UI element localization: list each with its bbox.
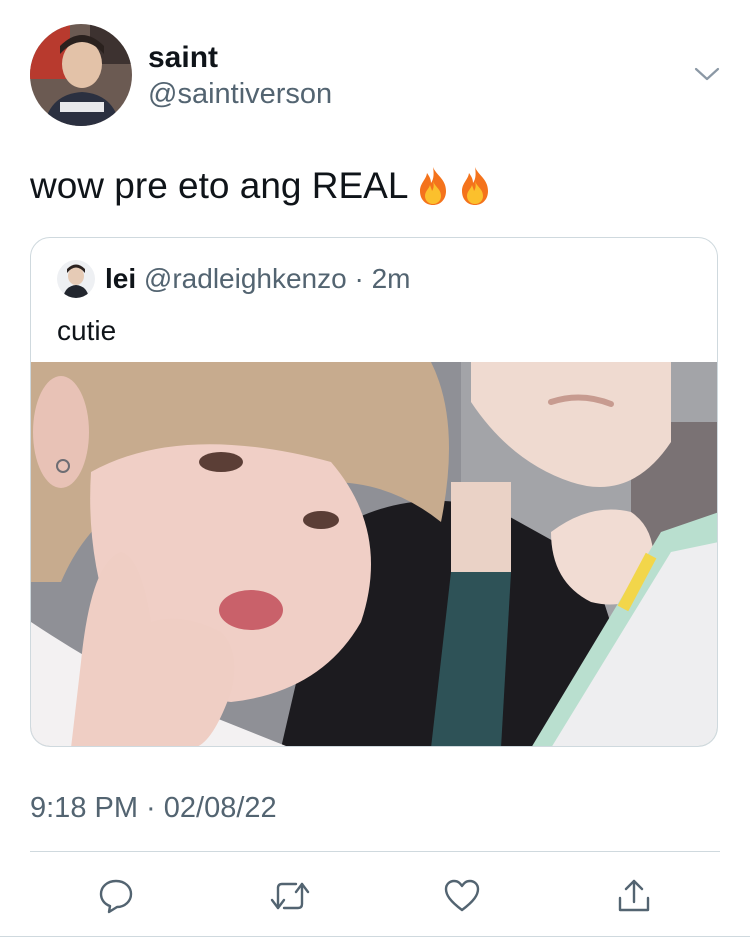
divider <box>30 851 720 852</box>
fire-emoji-icon <box>416 165 450 207</box>
tweet-text: wow pre eto ang REAL <box>30 160 492 212</box>
retweet-icon[interactable] <box>268 874 312 918</box>
quoted-author-avatar <box>57 260 95 298</box>
quoted-tweet-header: lei @radleighkenzo · 2m <box>105 262 410 296</box>
share-icon[interactable] <box>612 874 656 918</box>
quoted-author-name: lei <box>105 263 137 294</box>
quoted-tweet-card[interactable]: lei @radleighkenzo · 2m cutie <box>30 237 718 747</box>
bottom-border <box>0 936 750 937</box>
tweet-text-content: wow pre eto ang REAL <box>30 165 409 206</box>
quoted-tweet-text: cutie <box>57 315 117 346</box>
quoted-author-handle-time: @radleighkenzo · 2m <box>143 263 411 294</box>
author-handle[interactable]: @saintiverson <box>148 76 332 112</box>
heart-icon[interactable] <box>440 874 484 918</box>
chevron-down-icon[interactable] <box>690 60 724 88</box>
author-avatar[interactable] <box>30 24 132 126</box>
quoted-tweet-photo[interactable] <box>31 362 717 746</box>
fire-emoji-icon <box>458 165 492 207</box>
reply-icon[interactable] <box>94 874 138 918</box>
author-display-name[interactable]: saint <box>148 40 218 76</box>
tweet-timestamp: 9:18 PM · 02/08/22 <box>30 792 277 824</box>
tweet-action-bar <box>0 866 750 926</box>
